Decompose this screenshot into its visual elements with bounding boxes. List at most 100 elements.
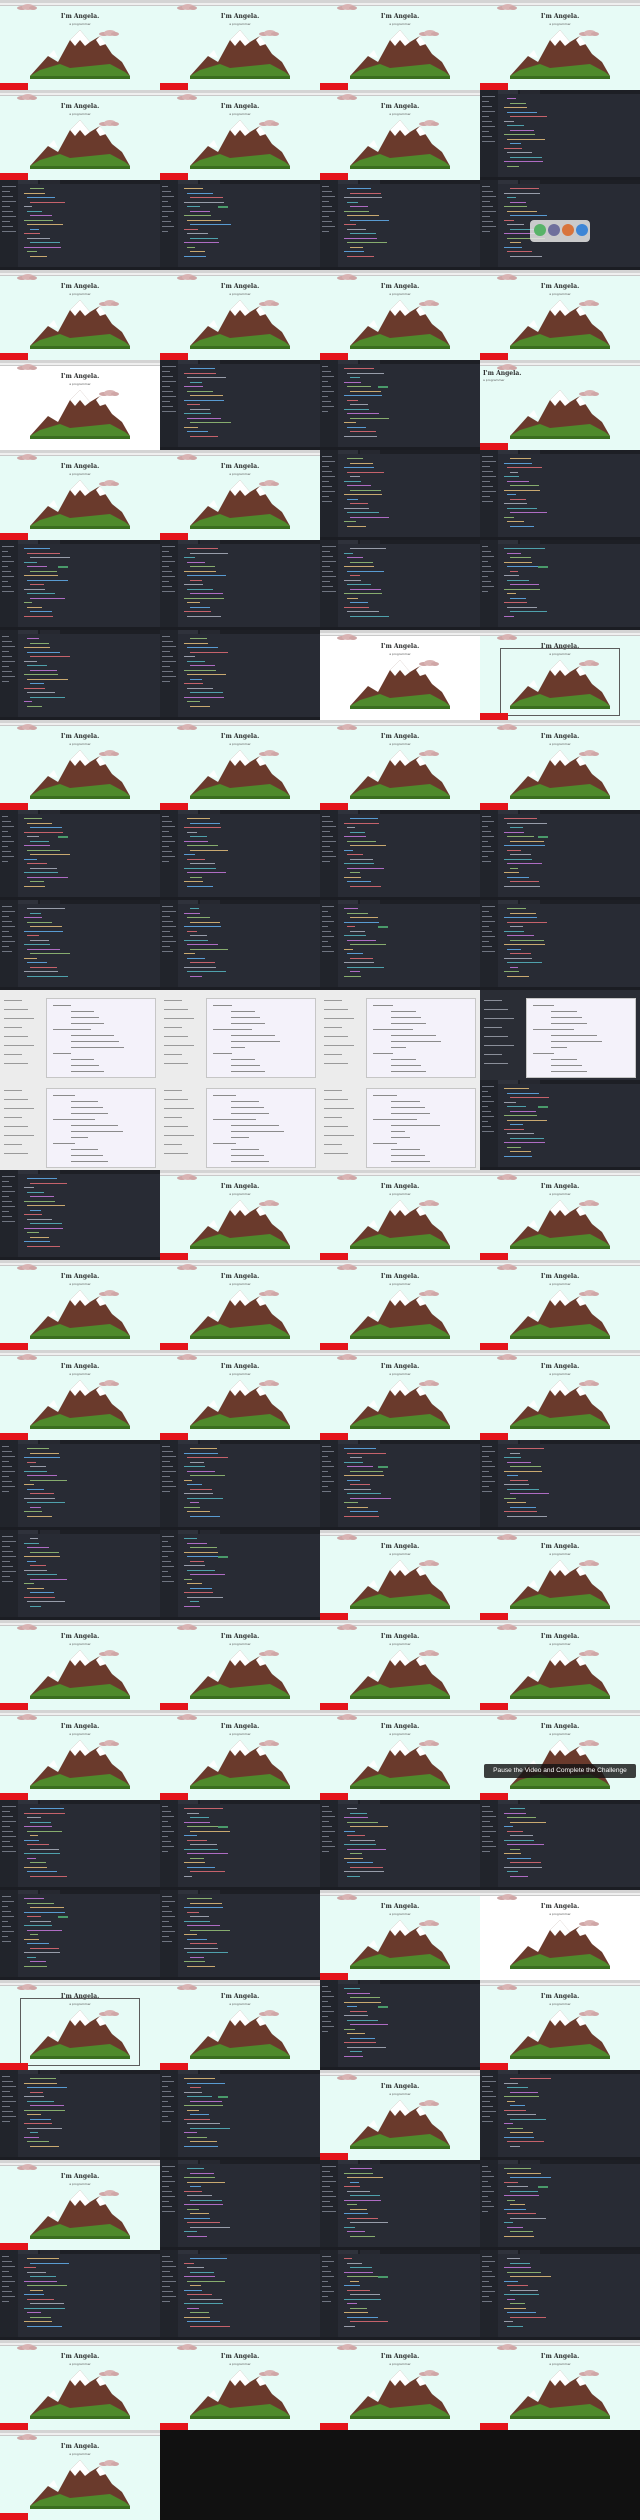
editor-tab[interactable] (338, 1440, 358, 1444)
editor-tab[interactable] (178, 2160, 198, 2164)
editor-tab[interactable] (360, 900, 380, 904)
editor-tab[interactable] (40, 1800, 60, 1804)
code-editor[interactable] (0, 180, 160, 270)
editor-tab[interactable] (200, 1800, 220, 1804)
file-tree-item[interactable] (162, 1491, 170, 1492)
file-tree-item[interactable] (162, 2101, 168, 2102)
code-editor[interactable] (160, 1800, 320, 1890)
editor-tab[interactable] (18, 180, 38, 184)
file-tree-item[interactable] (322, 2021, 331, 2022)
editor-tab[interactable] (498, 90, 518, 94)
file-tree-item[interactable] (2, 646, 15, 647)
file-tree-item[interactable] (482, 836, 494, 837)
file-tree-item[interactable] (162, 841, 175, 842)
file-tree-item[interactable] (482, 851, 494, 852)
file-tree-item[interactable] (322, 1846, 335, 1847)
code-editor[interactable] (320, 900, 480, 990)
file-tree-item[interactable] (322, 196, 335, 197)
file-tree-item[interactable] (322, 2176, 333, 2177)
file-tree-item[interactable] (322, 2266, 328, 2267)
code-editor[interactable] (160, 1530, 320, 1620)
file-tree-item[interactable] (2, 826, 14, 827)
file-tree-item[interactable] (162, 371, 170, 372)
editor-tab[interactable] (200, 2160, 220, 2164)
file-tree-item[interactable] (482, 116, 489, 117)
file-tree-item[interactable] (2, 1576, 10, 1577)
editor-tab[interactable] (498, 2070, 518, 2074)
file-tree-item[interactable] (322, 1836, 329, 1837)
file-tree-item[interactable] (2, 186, 16, 187)
editor-tab[interactable] (360, 1980, 380, 1984)
file-tree-item[interactable] (2, 651, 9, 652)
file-tree-item[interactable] (482, 906, 495, 907)
file-tree-item[interactable] (2, 1851, 16, 1852)
file-tree-item[interactable] (2, 1836, 16, 1837)
file-tree[interactable] (480, 810, 498, 900)
editor-tabs[interactable] (338, 1440, 480, 1444)
file-tree-item[interactable] (482, 2166, 488, 2167)
file-tree-item[interactable] (482, 2256, 492, 2257)
file-tree-item[interactable] (482, 841, 488, 842)
file-tree-item[interactable] (482, 926, 489, 927)
file-tree-item[interactable] (2, 1566, 13, 1567)
file-tree-item[interactable] (322, 906, 334, 907)
file-tree-item[interactable] (162, 2111, 174, 2112)
file-tree-item[interactable] (2, 196, 13, 197)
file-tree-item[interactable] (482, 211, 496, 212)
file-tree-item[interactable] (162, 1446, 170, 1447)
file-tree-item[interactable] (482, 1486, 489, 1487)
editor-tab[interactable] (18, 2250, 38, 2254)
editor-tabs[interactable] (178, 2070, 320, 2074)
file-tree-item[interactable] (162, 2186, 169, 2187)
file-tree-item[interactable] (162, 411, 176, 412)
file-tree-item[interactable] (322, 856, 336, 857)
editor-tab[interactable] (498, 450, 518, 454)
file-tree-item[interactable] (2, 2111, 13, 2112)
file-tree-item[interactable] (162, 1931, 175, 1932)
editor-tab[interactable] (200, 900, 220, 904)
file-tree-item[interactable] (162, 406, 173, 407)
editor-tabs[interactable] (18, 2070, 160, 2074)
file-tree[interactable] (160, 2160, 178, 2250)
file-tree-item[interactable] (162, 941, 176, 942)
file-tree-item[interactable] (482, 131, 489, 132)
file-tree-item[interactable] (322, 2271, 331, 2272)
file-tree[interactable] (160, 2250, 178, 2340)
file-tree-item[interactable] (482, 916, 492, 917)
file-tree-item[interactable] (322, 2201, 330, 2202)
file-tree-item[interactable] (482, 2121, 493, 2122)
editor-tabs[interactable] (178, 180, 320, 184)
file-tree-item[interactable] (322, 946, 331, 947)
file-tree-item[interactable] (482, 1806, 490, 1807)
editor-tabs[interactable] (18, 540, 160, 544)
file-tree-item[interactable] (2, 861, 8, 862)
file-tree-item[interactable] (322, 1831, 335, 1832)
file-tree-item[interactable] (482, 571, 494, 572)
file-tree-item[interactable] (162, 581, 169, 582)
file-tree-item[interactable] (482, 591, 488, 592)
file-tree-item[interactable] (482, 216, 490, 217)
file-tree-item[interactable] (162, 656, 173, 657)
editor-tab[interactable] (178, 810, 198, 814)
file-tree-item[interactable] (2, 1206, 15, 1207)
file-tree-item[interactable] (2, 216, 16, 217)
file-tree-item[interactable] (162, 1471, 176, 1472)
editor-tab[interactable] (520, 900, 540, 904)
file-tree-item[interactable] (2, 206, 10, 207)
file-tree-item[interactable] (2, 226, 13, 227)
file-tree-item[interactable] (482, 2206, 494, 2207)
editor-tab[interactable] (178, 1890, 198, 1894)
file-tree-item[interactable] (2, 656, 12, 657)
editor-tabs[interactable] (338, 2250, 480, 2254)
file-tree-item[interactable] (322, 476, 335, 477)
file-tree[interactable] (160, 2070, 178, 2160)
file-tree-item[interactable] (2, 1911, 11, 1912)
code-editor[interactable] (0, 540, 160, 630)
editor-tab[interactable] (338, 900, 358, 904)
file-tree-item[interactable] (162, 861, 169, 862)
file-tree-item[interactable] (322, 2281, 328, 2282)
file-tree-item[interactable] (482, 1101, 494, 1102)
file-tree-item[interactable] (322, 816, 330, 817)
file-tree-item[interactable] (162, 946, 170, 947)
file-tree-item[interactable] (2, 201, 16, 202)
